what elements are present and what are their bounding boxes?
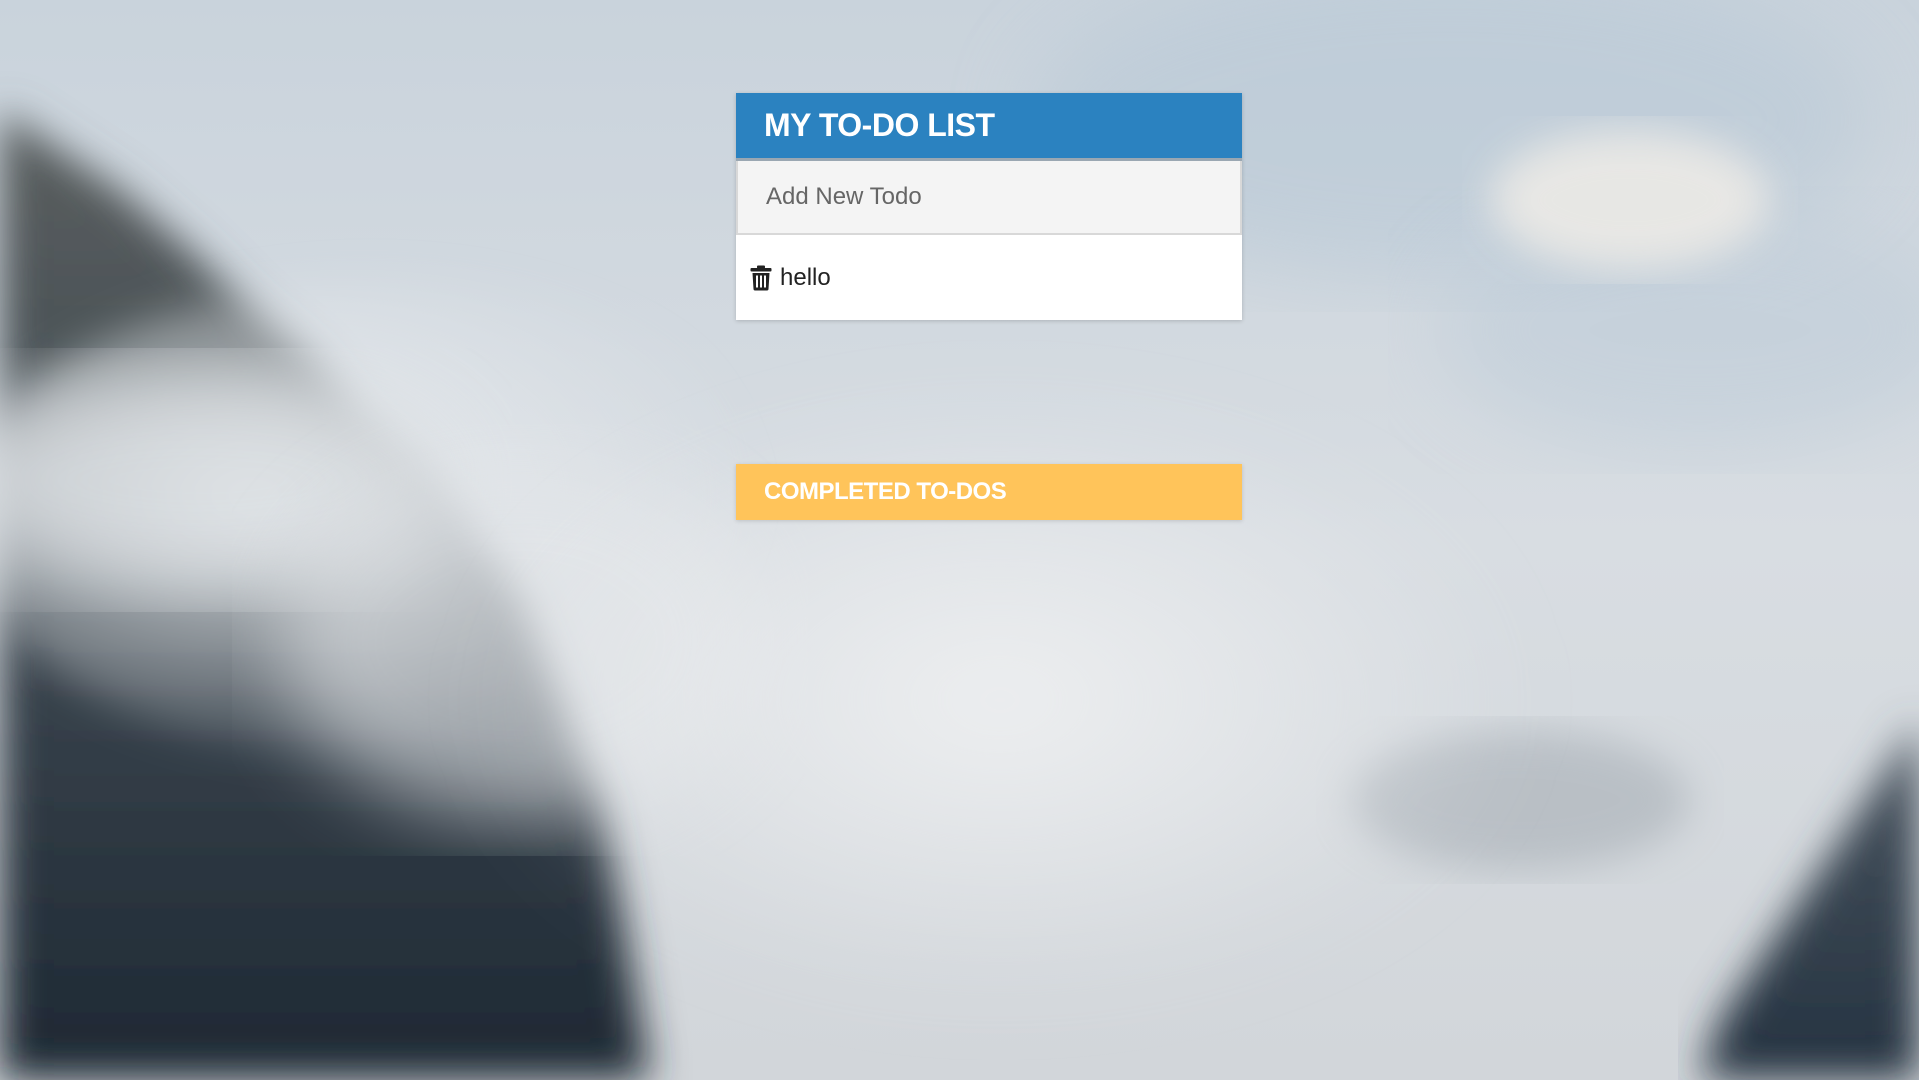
trash-icon[interactable] xyxy=(750,265,772,291)
todo-panel-title: MY TO-DO LIST xyxy=(736,93,1242,161)
completed-panel: COMPLETED TO-DOS xyxy=(736,464,1242,520)
todo-list: hello xyxy=(736,235,1242,320)
completed-panel-title: COMPLETED TO-DOS xyxy=(736,464,1242,520)
todo-item-text: hello xyxy=(780,263,831,291)
todo-item[interactable]: hello xyxy=(736,235,1242,320)
new-todo-field-container xyxy=(736,161,1242,235)
todo-panel: MY TO-DO LIST hello xyxy=(736,93,1242,320)
new-todo-input[interactable] xyxy=(738,161,1240,233)
